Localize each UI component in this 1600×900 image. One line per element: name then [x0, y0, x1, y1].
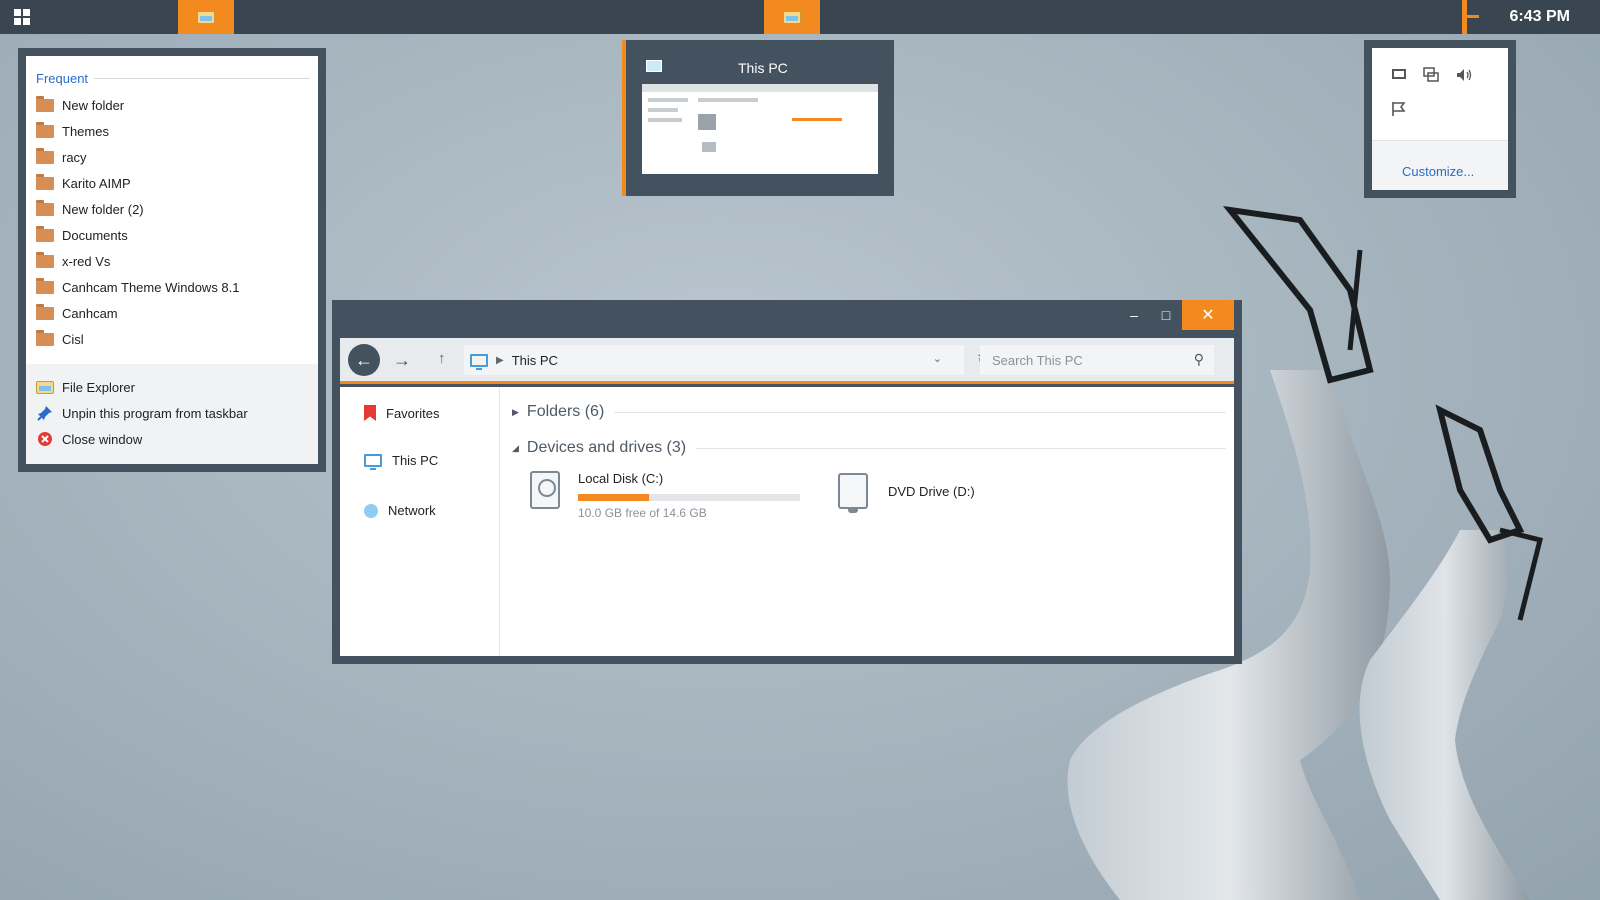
chevron-down-icon[interactable]: ⌄	[933, 352, 942, 365]
jump-list-item[interactable]: Documents	[36, 222, 312, 248]
folder-icon	[197, 10, 215, 24]
documents-folder-icon	[36, 225, 54, 242]
group-folders[interactable]: ▶ Folders (6)	[512, 403, 1226, 421]
frequent-label: Frequent	[36, 70, 89, 86]
folder-icon	[36, 121, 54, 138]
start-button[interactable]	[14, 9, 30, 25]
disk-usage-bar	[578, 494, 800, 501]
taskbar-app-file-explorer-active[interactable]	[764, 0, 820, 34]
jump-list-tasks: File Explorer Unpin this program from ta…	[26, 364, 318, 464]
folder-icon	[36, 173, 54, 190]
jump-list-header: Frequent	[36, 70, 310, 86]
up-button[interactable]: ↑	[438, 350, 446, 367]
arrow-up-icon: ↑	[438, 350, 446, 367]
group-devices-and-drives[interactable]: ◢ Devices and drives (3)	[512, 439, 1226, 457]
folder-icon	[36, 147, 54, 164]
thumbnail-title: This PC	[738, 60, 788, 76]
close-button[interactable]: ✕	[1182, 300, 1234, 330]
forward-button[interactable]: →	[390, 348, 414, 372]
jump-list-item[interactable]: x-red Vs	[36, 248, 312, 274]
notification-tray-overflow: Customize...	[1364, 40, 1516, 198]
drive-local-disk-c[interactable]: Local Disk (C:) 10.0 GB free of 14.6 GB	[530, 471, 800, 520]
jump-list-item[interactable]: Canhcam	[36, 300, 312, 326]
nav-item-this-pc[interactable]: This PC	[364, 453, 438, 470]
arrow-left-icon: ←	[355, 349, 373, 370]
taskbar-thumbnail-preview[interactable]: This PC	[622, 40, 894, 196]
taskbar-app-file-explorer[interactable]	[178, 0, 234, 34]
taskbar: 6:43 PM	[0, 0, 1600, 34]
divider	[696, 447, 1226, 449]
explorer-content: Favorites This PC Network ▶ Folders (6) …	[340, 387, 1234, 656]
folder-icon	[783, 10, 801, 24]
jump-list-item[interactable]: Cisl	[36, 326, 312, 352]
divider	[614, 411, 1226, 413]
drive-free-space: 10.0 GB free of 14.6 GB	[578, 506, 707, 520]
frequent-list: New folder Themes racy Karito AIMP New f…	[36, 92, 312, 352]
folder-icon	[36, 199, 54, 216]
jump-list-item[interactable]: Karito AIMP	[36, 170, 312, 196]
folder-icon	[36, 277, 54, 294]
pin-icon	[36, 405, 54, 421]
this-pc-icon	[646, 60, 662, 72]
task-close-window[interactable]: Close window	[36, 426, 308, 452]
maximize-button[interactable]: □	[1150, 300, 1182, 330]
folder-icon	[36, 95, 54, 112]
window-controls: – □ ✕	[1118, 300, 1234, 330]
thumbnail-image	[642, 84, 878, 174]
file-explorer-window: – □ ✕ ← → ↑ ▶ This PC ⌄ ↻ Search This PC…	[332, 300, 1242, 664]
task-open-file-explorer[interactable]: File Explorer	[36, 374, 308, 400]
volume-icon[interactable]	[1455, 66, 1473, 84]
search-icon[interactable]: ⚲	[1194, 351, 1204, 368]
task-unpin[interactable]: Unpin this program from taskbar	[36, 400, 308, 426]
windows-logo-icon	[14, 9, 21, 16]
search-placeholder: Search This PC	[992, 352, 1083, 368]
folder-icon	[36, 251, 54, 268]
dvd-drive-icon	[838, 473, 868, 513]
jump-list-item[interactable]: Canhcam Theme Windows 8.1	[36, 274, 312, 300]
breadcrumb-this-pc[interactable]: This PC	[512, 353, 558, 368]
minimize-button[interactable]: –	[1118, 300, 1150, 330]
folder-icon	[36, 303, 54, 320]
drive-name: DVD Drive (D:)	[888, 483, 975, 499]
collapse-arrow-icon: ◢	[512, 442, 519, 453]
breadcrumb-chevron-icon[interactable]: ▶	[496, 355, 504, 366]
drive-name: Local Disk (C:)	[578, 471, 664, 486]
customize-link[interactable]: Customize...	[1402, 164, 1474, 179]
flag-icon[interactable]	[1390, 100, 1408, 118]
expand-arrow-icon: ▶	[512, 406, 519, 417]
drive-dvd-d[interactable]: DVD Drive (D:)	[838, 471, 975, 513]
display-icon[interactable]	[1422, 66, 1440, 84]
jump-list-item[interactable]: racy	[36, 144, 312, 170]
network-icon[interactable]	[1390, 66, 1408, 84]
arrow-right-icon: →	[393, 349, 411, 370]
jump-list-item[interactable]: Themes	[36, 118, 312, 144]
taskbar-clock[interactable]: 6:43 PM	[1510, 8, 1570, 26]
close-circle-icon	[36, 431, 54, 447]
computer-icon	[470, 353, 488, 370]
jump-list-item[interactable]: New folder (2)	[36, 196, 312, 222]
file-explorer-icon	[36, 379, 54, 395]
network-globe-icon	[364, 503, 378, 518]
disk-usage-fill	[578, 494, 650, 501]
main-pane: ▶ Folders (6) ◢ Devices and drives (3) L…	[500, 387, 1234, 656]
navigation-bar: ← → ↑ ▶ This PC ⌄ ↻ Search This PC ⚲	[340, 338, 1234, 384]
navigation-pane: Favorites This PC Network	[340, 387, 500, 656]
bookmark-icon	[364, 405, 376, 421]
address-bar[interactable]: ▶ This PC ⌄ ↻	[464, 345, 990, 375]
folder-icon	[36, 329, 54, 346]
jump-list-item[interactable]: New folder	[36, 92, 312, 118]
jump-list: Frequent New folder Themes racy Karito A…	[18, 48, 326, 472]
nav-item-network[interactable]: Network	[364, 503, 436, 518]
back-button[interactable]: ←	[348, 344, 380, 376]
nav-item-favorites[interactable]: Favorites	[364, 405, 439, 421]
hard-disk-icon	[530, 471, 560, 509]
search-input[interactable]: Search This PC ⚲	[980, 345, 1214, 375]
computer-icon	[364, 454, 382, 470]
tray-indicator[interactable]	[1462, 0, 1479, 34]
divider	[94, 77, 310, 79]
